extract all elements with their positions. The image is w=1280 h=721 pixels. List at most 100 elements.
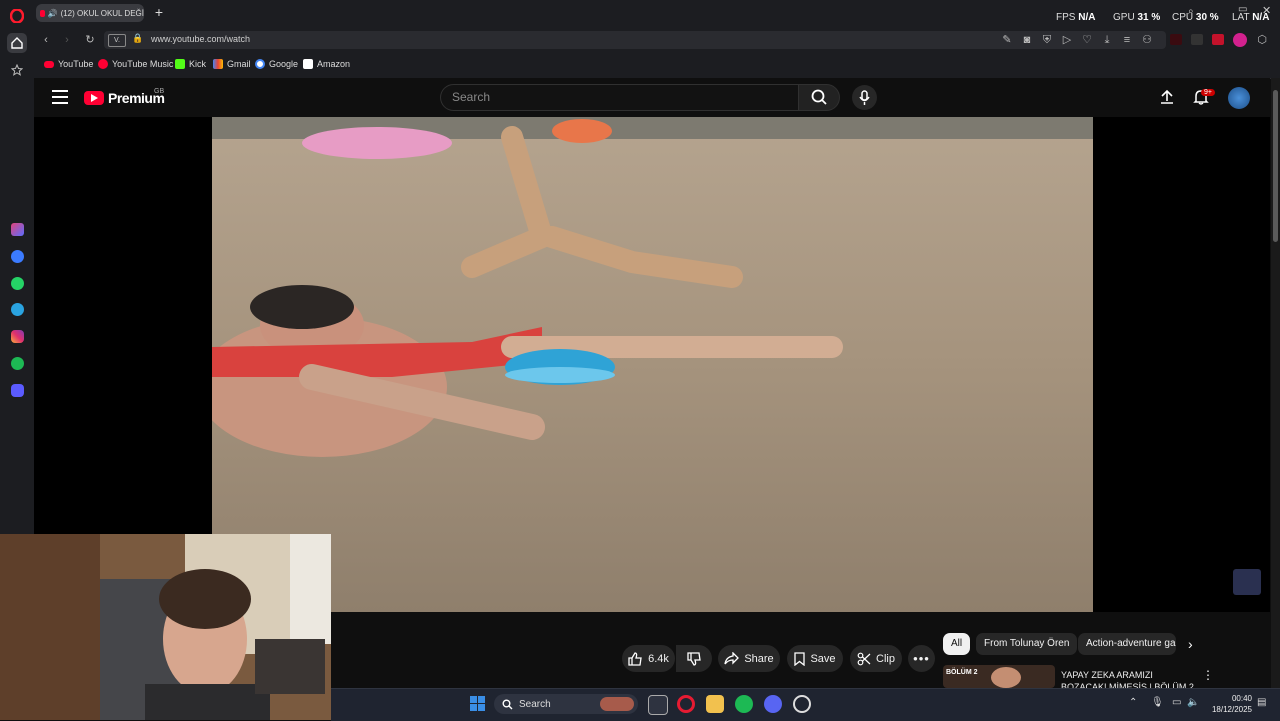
task-view-icon[interactable] (648, 695, 668, 715)
share-button[interactable]: Share (718, 645, 780, 672)
watermark-icon (1233, 569, 1261, 595)
youtube-logo[interactable]: Premium (84, 90, 165, 106)
bookmark-gmail[interactable]: Gmail (213, 59, 251, 69)
person-icon[interactable]: ⚇ (1140, 33, 1154, 47)
profile-icon[interactable] (1233, 33, 1247, 47)
chevron-right-icon[interactable]: › (1188, 636, 1193, 652)
whatsapp-icon[interactable] (7, 273, 27, 293)
search-input[interactable]: Search (440, 84, 798, 111)
edit-icon[interactable]: ✎ (1000, 33, 1014, 47)
messenger-icon[interactable] (7, 246, 27, 266)
share-icon (724, 652, 740, 665)
bookmark-icon (794, 651, 806, 666)
shield-icon[interactable]: ⛨ (1040, 33, 1054, 47)
extension-icon[interactable] (1212, 34, 1224, 45)
clock[interactable]: 00:40 18/12/2025 (1206, 693, 1252, 715)
opera-logo-icon[interactable] (7, 6, 27, 26)
download-icon[interactable]: ⤓ (1100, 33, 1114, 47)
thumbs-up-icon (628, 651, 642, 666)
chip-from-channel[interactable]: From Tolunay Ören (976, 633, 1078, 655)
more-icon: ••• (913, 651, 930, 666)
gpu-readout: GPU 31 % (1113, 12, 1161, 23)
video-content-image (212, 117, 1093, 612)
microphone-tray-icon[interactable]: 🎙 (1151, 697, 1164, 708)
taskbar-search[interactable]: Search (494, 694, 638, 714)
vpn-badge-icon[interactable]: V. (108, 34, 126, 47)
discord-icon[interactable] (764, 695, 782, 713)
scissors-icon (857, 652, 871, 665)
like-button[interactable]: 6.4k (622, 645, 675, 672)
more-actions-button[interactable]: ••• (908, 645, 935, 672)
thumbnail-label: BÖLÜM 2 (946, 669, 978, 676)
avatar[interactable] (1228, 87, 1250, 109)
file-explorer-icon[interactable] (706, 695, 724, 713)
bookmark-amazon[interactable]: Amazon (303, 59, 350, 69)
save-button[interactable]: Save (787, 645, 843, 672)
chevron-up-icon[interactable]: ⌃ (1129, 697, 1137, 708)
chip-all[interactable]: All (943, 633, 971, 655)
youtube-music-icon (98, 59, 108, 69)
video-frame[interactable] (212, 117, 1093, 612)
close-window-icon[interactable]: ✕ (1262, 4, 1271, 17)
webcam-overlay (0, 534, 331, 720)
tab-active[interactable]: 🔊 (12) OKUL OKUL DEĞİ (36, 4, 144, 22)
back-icon[interactable]: ‹ (39, 33, 53, 47)
search-highlight-icon (600, 697, 634, 711)
search-button[interactable] (798, 84, 840, 111)
youtube-tab-icon (40, 9, 45, 17)
voice-search-button[interactable] (852, 85, 877, 110)
home-icon[interactable] (7, 33, 27, 53)
microphone-icon (859, 90, 870, 105)
extensions-icon[interactable]: ⬡ (1255, 33, 1269, 47)
notification-center-icon[interactable]: ▤ (1257, 697, 1266, 708)
menu-icon[interactable] (52, 90, 68, 104)
aria-icon[interactable] (7, 219, 27, 239)
spotify-icon[interactable] (7, 353, 27, 373)
amazon-icon (303, 59, 313, 69)
clip-button[interactable]: Clip (850, 645, 902, 672)
camera-icon[interactable]: ◙ (1020, 33, 1034, 47)
fps-readout: FPS N/A (1056, 12, 1096, 23)
lock-icon[interactable]: 🔒 (132, 33, 143, 44)
search-tabs-icon[interactable]: ⌕ (1188, 6, 1194, 17)
bookmark-kick[interactable]: Kick (175, 59, 206, 69)
upload-icon[interactable] (1159, 89, 1175, 108)
bookmark-youtube[interactable]: YouTube (44, 59, 93, 69)
chip-action-adventure[interactable]: Action-adventure ga (1078, 633, 1176, 655)
dislike-button[interactable] (676, 645, 712, 672)
telegram-icon[interactable] (7, 299, 27, 319)
extension-icon[interactable] (1170, 34, 1182, 45)
speaker-icon[interactable]: 🔊 (48, 9, 58, 18)
instagram-icon[interactable] (7, 326, 27, 346)
kick-icon (175, 59, 185, 69)
reload-icon[interactable]: ↻ (83, 33, 97, 47)
more-vertical-icon[interactable]: ⋮ (1202, 668, 1214, 682)
bookmark-youtube-music[interactable]: YouTube Music (98, 59, 173, 69)
player-icon[interactable] (7, 380, 27, 400)
play-icon[interactable]: ▷ (1060, 33, 1074, 47)
network-icon[interactable]: ▭ (1172, 697, 1181, 708)
youtube-play-logo-icon (84, 91, 104, 105)
spotify-taskbar-icon[interactable] (735, 695, 753, 713)
gmail-icon (213, 59, 223, 69)
new-tab-button[interactable]: + (152, 5, 166, 20)
opera-gx-icon[interactable] (677, 695, 695, 713)
volume-icon[interactable]: 🔈 (1187, 697, 1199, 708)
recommended-thumbnail[interactable]: BÖLÜM 2 (943, 665, 1055, 688)
windows-start-icon[interactable] (470, 696, 485, 711)
star-icon[interactable] (7, 60, 27, 80)
forward-icon[interactable]: › (60, 33, 74, 47)
maximize-icon[interactable]: ▭ (1238, 4, 1247, 15)
steam-icon[interactable] (793, 695, 811, 713)
list-icon[interactable]: ≡ (1120, 33, 1134, 47)
url-text[interactable]: www.youtube.com/watch (151, 34, 250, 44)
youtube-icon (44, 60, 54, 68)
extension-icon[interactable] (1191, 34, 1203, 45)
region-label: GB (154, 88, 165, 95)
cpu-readout: CPU 30 % (1172, 12, 1219, 23)
heart-icon[interactable]: ♡ (1080, 33, 1094, 47)
bookmark-google[interactable]: Google (255, 59, 298, 69)
scrollbar-thumb[interactable] (1273, 90, 1278, 242)
webcam-image (0, 534, 331, 720)
search-icon (811, 89, 827, 105)
